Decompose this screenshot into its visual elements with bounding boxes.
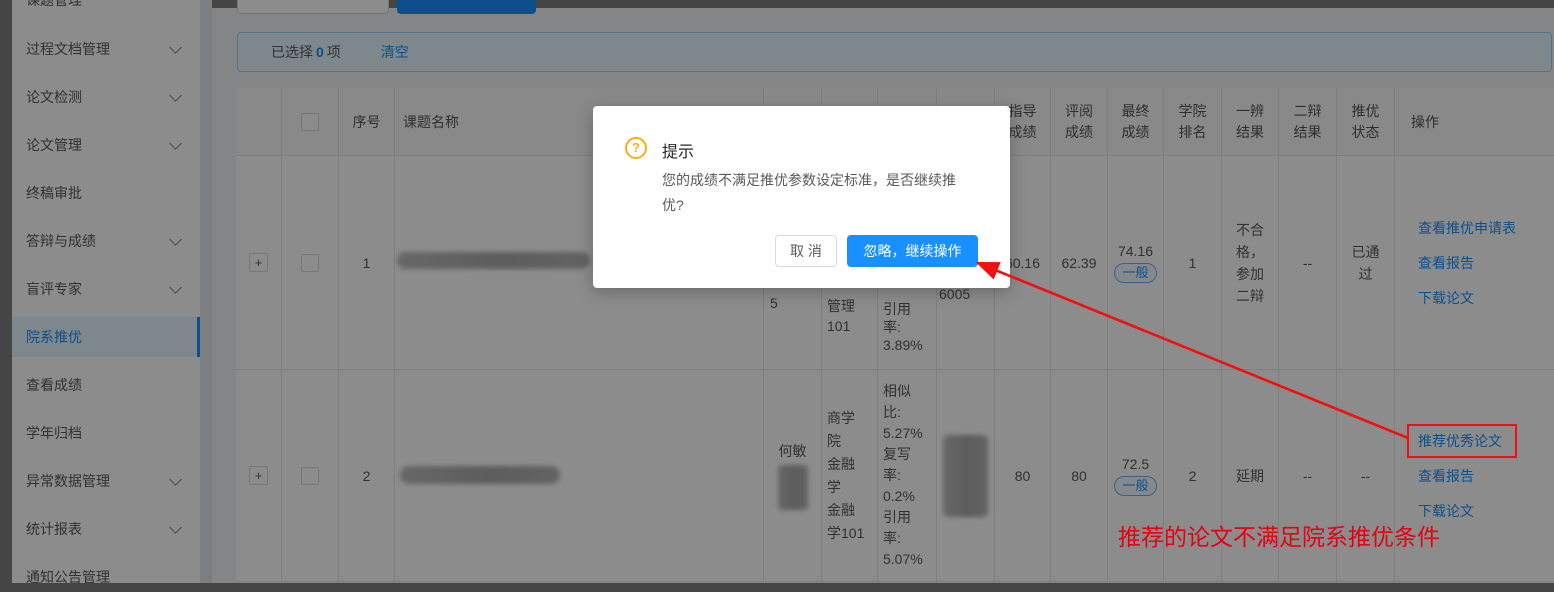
- modal-mask: [0, 0, 1554, 592]
- question-circle-icon: ?: [625, 137, 647, 159]
- modal-title: 提示: [662, 138, 694, 162]
- annotation-highlight-box: [1407, 424, 1517, 458]
- cancel-button[interactable]: 取 消: [775, 235, 837, 267]
- annotation-note: 推荐的论文不满足院系推优条件: [1118, 518, 1440, 552]
- confirm-modal: ? 提示 您的成绩不满足推优参数设定标准，是否继续推优? 取 消 忽略，继续操作: [593, 106, 1010, 288]
- page: 已选择 0 项 清空 序号 课题名称 指导成绩 评阅成绩 最终成绩 学院排名 一…: [0, 0, 1554, 592]
- ignore-continue-button[interactable]: 忽略，继续操作: [847, 235, 978, 267]
- modal-message: 您的成绩不满足推优参数设定标准，是否继续推优?: [662, 168, 960, 218]
